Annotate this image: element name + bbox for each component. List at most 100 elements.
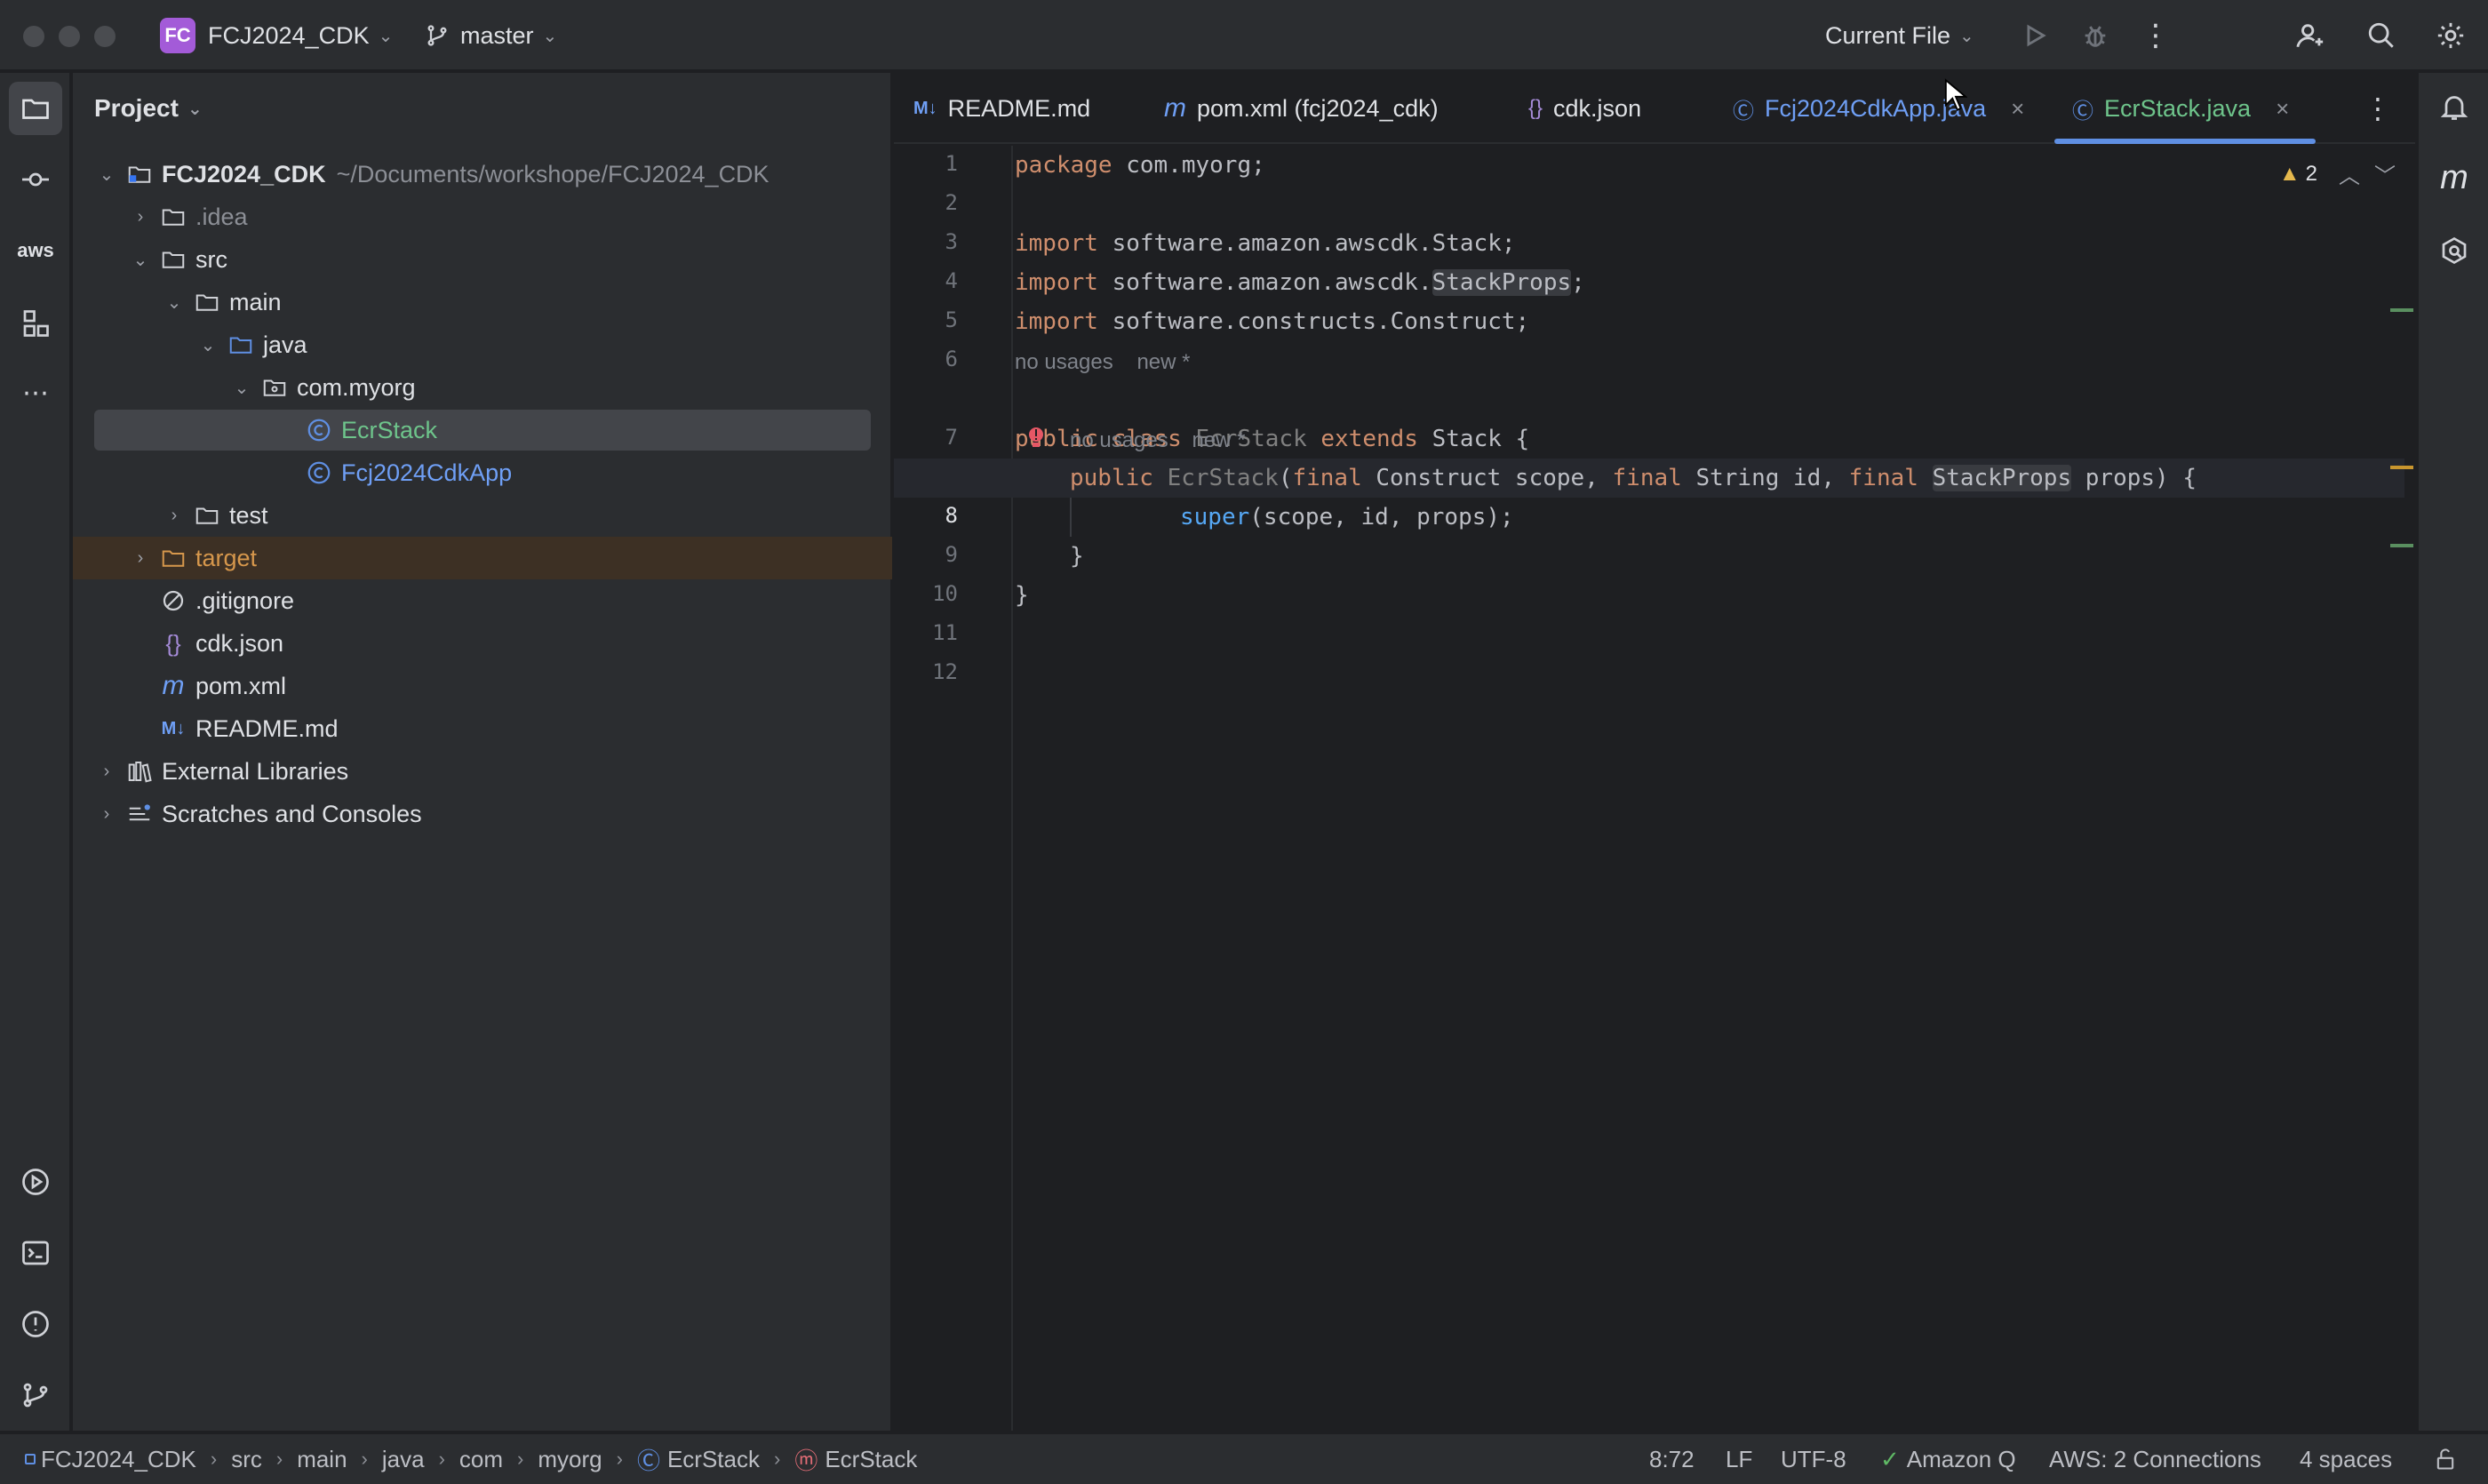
tree-node-target[interactable]: › target	[73, 537, 892, 579]
tree-node-src[interactable]: ⌄ src	[73, 238, 892, 281]
indent-setting[interactable]: 4 spaces	[2300, 1434, 2392, 1484]
breadcrumb-item[interactable]: EcrStack	[667, 1446, 760, 1473]
commit-icon[interactable]	[9, 153, 62, 206]
amazon-q-status[interactable]: ✓ Amazon Q	[1880, 1434, 2016, 1484]
chevron-down-icon[interactable]: ﹀	[2374, 158, 2396, 189]
chevron-expanded-icon[interactable]: ⌄	[128, 249, 153, 271]
settings-gear-icon[interactable]	[2431, 16, 2470, 55]
tree-node-package[interactable]: ⌄ com.myorg	[73, 366, 892, 409]
chevron-expanded-icon[interactable]: ⌄	[162, 291, 187, 314]
usages-inlay-hint[interactable]: no usages new *	[1070, 428, 1245, 453]
maven-file-icon: m	[162, 671, 185, 700]
tab-app-java[interactable]: Ⓒ Fcj2024CdkApp.java ×	[1733, 73, 2024, 144]
tree-node-readme[interactable]: M↓ README.md	[73, 707, 892, 750]
tree-label: src	[195, 245, 227, 273]
problems-icon[interactable]	[9, 1297, 62, 1351]
file-encoding[interactable]: UTF-8	[1781, 1434, 1846, 1484]
branch-switcher[interactable]: master ⌄	[425, 0, 557, 71]
chevron-expanded-icon[interactable]: ⌄	[195, 334, 220, 356]
tree-node-test[interactable]: › test	[73, 494, 892, 537]
more-tools-icon[interactable]: ⋯	[9, 366, 62, 419]
tree-node-java[interactable]: ⌄ java	[73, 323, 892, 366]
chevron-expanded-icon[interactable]: ⌄	[94, 164, 119, 186]
aws-connections[interactable]: AWS: 2 Connections	[2049, 1434, 2261, 1484]
terminal-icon[interactable]	[9, 1226, 62, 1280]
tree-node-pom[interactable]: m pom.xml	[73, 665, 892, 707]
tree-node-cdk-json[interactable]: {} cdk.json	[73, 622, 892, 665]
error-bulb-icon[interactable]	[1025, 425, 1047, 451]
breadcrumb-item[interactable]: main	[297, 1446, 347, 1473]
chevron-right-icon[interactable]: ›	[162, 506, 187, 526]
json-file-icon: {}	[165, 629, 181, 657]
project-switcher[interactable]: FC FCJ2024_CDK ⌄	[160, 0, 393, 71]
breadcrumb-item[interactable]: FCJ2024_CDK	[41, 1446, 196, 1473]
project-panel-header[interactable]: Project ⌄	[94, 73, 203, 144]
chevron-expanded-icon[interactable]: ⌄	[229, 377, 254, 399]
line-number: 5	[945, 307, 958, 332]
tree-label: EcrStack	[341, 416, 438, 443]
code-editor[interactable]: package com.myorg; import software.amazo…	[894, 146, 2406, 1431]
tree-node-idea[interactable]: › .idea	[73, 195, 892, 238]
add-user-icon[interactable]	[2291, 16, 2330, 55]
window-zoom-button[interactable]	[94, 26, 116, 47]
close-icon[interactable]: ×	[2276, 95, 2289, 123]
tree-node-app[interactable]: Fcj2024CdkApp	[73, 451, 892, 494]
tab-pom[interactable]: m pom.xml (fcj2024_cdk)	[1164, 73, 1439, 144]
breadcrumb-item[interactable]: src	[231, 1446, 262, 1473]
tab-options-icon[interactable]: ⋮	[2358, 89, 2397, 128]
change-marker[interactable]	[2390, 308, 2413, 312]
chevron-right-icon[interactable]: ›	[128, 548, 153, 569]
tree-label: Fcj2024CdkApp	[341, 459, 513, 486]
tree-node-ecrstack[interactable]: EcrStack	[73, 409, 892, 451]
chevron-right-icon[interactable]: ›	[94, 762, 119, 782]
usages-inlay-hint[interactable]: no usages new *	[1015, 350, 1190, 375]
chevron-down-icon: ⌄	[1959, 26, 1974, 46]
tab-label: README.md	[947, 94, 1091, 122]
lock-icon[interactable]	[2433, 1434, 2458, 1484]
window-minimize-button[interactable]	[59, 26, 80, 47]
inspections-widget[interactable]: ▲ 2 ︿ ﹀	[2279, 158, 2396, 189]
aws-toolkit-icon[interactable]: aws	[9, 224, 62, 277]
line-separator[interactable]: LF	[1726, 1434, 1752, 1484]
change-marker[interactable]	[2390, 544, 2413, 547]
tree-node-external-libraries[interactable]: › External Libraries	[73, 750, 892, 793]
tree-node-gitignore[interactable]: .gitignore	[73, 579, 892, 622]
line-number: 10	[932, 581, 958, 606]
warning-marker[interactable]	[2390, 466, 2413, 469]
notifications-bell-icon[interactable]	[2428, 80, 2481, 133]
tree-node-main[interactable]: ⌄ main	[73, 281, 892, 323]
tree-node-root[interactable]: ⌄ FCJ2024_CDK ~/Documents/workshope/FCJ2…	[73, 153, 892, 195]
current-code-line: public EcrStack(final Construct scope, f…	[894, 459, 2404, 498]
close-icon[interactable]: ×	[2011, 95, 2024, 123]
tab-ecrstack-java[interactable]: Ⓒ EcrStack.java ×	[2053, 73, 2317, 144]
window-close-button[interactable]	[23, 26, 44, 47]
chevron-up-icon[interactable]: ︿	[2339, 158, 2360, 189]
git-icon[interactable]	[9, 1368, 62, 1422]
tree-label: com.myorg	[297, 373, 416, 401]
folder-icon	[192, 500, 222, 531]
project-tool-button[interactable]	[9, 82, 62, 135]
tab-readme[interactable]: M↓ README.md	[913, 73, 1090, 144]
more-actions-icon[interactable]: ⋮	[2136, 16, 2175, 55]
chevron-right-icon[interactable]: ›	[94, 804, 119, 825]
amazon-q-icon[interactable]	[2428, 224, 2481, 277]
line-number: 11	[932, 620, 958, 645]
breadcrumb-item[interactable]: com	[459, 1446, 503, 1473]
breadcrumb-item[interactable]: EcrStack	[825, 1446, 917, 1473]
breadcrumb-item[interactable]: myorg	[538, 1446, 602, 1473]
tree-node-scratches[interactable]: › Scratches and Consoles	[73, 793, 892, 835]
markdown-file-icon: M↓	[161, 718, 186, 738]
project-panel: Project ⌄ ⌄ FCJ2024_CDK ~/Documents/work…	[73, 73, 892, 1431]
run-icon[interactable]	[2015, 16, 2054, 55]
maven-icon[interactable]: m	[2428, 151, 2481, 204]
chevron-right-icon[interactable]: ›	[128, 207, 153, 227]
run-config-selector[interactable]: Current File ⌄	[1825, 0, 1974, 71]
tab-cdk-json[interactable]: {} cdk.json	[1528, 73, 1641, 144]
tab-label: cdk.json	[1553, 94, 1642, 122]
debug-icon[interactable]	[2076, 16, 2115, 55]
breadcrumb-item[interactable]: java	[382, 1446, 425, 1473]
services-icon[interactable]	[9, 1155, 62, 1209]
structure-icon[interactable]	[9, 297, 62, 350]
search-icon[interactable]	[2362, 16, 2401, 55]
caret-position[interactable]: 8:72	[1649, 1434, 1695, 1484]
